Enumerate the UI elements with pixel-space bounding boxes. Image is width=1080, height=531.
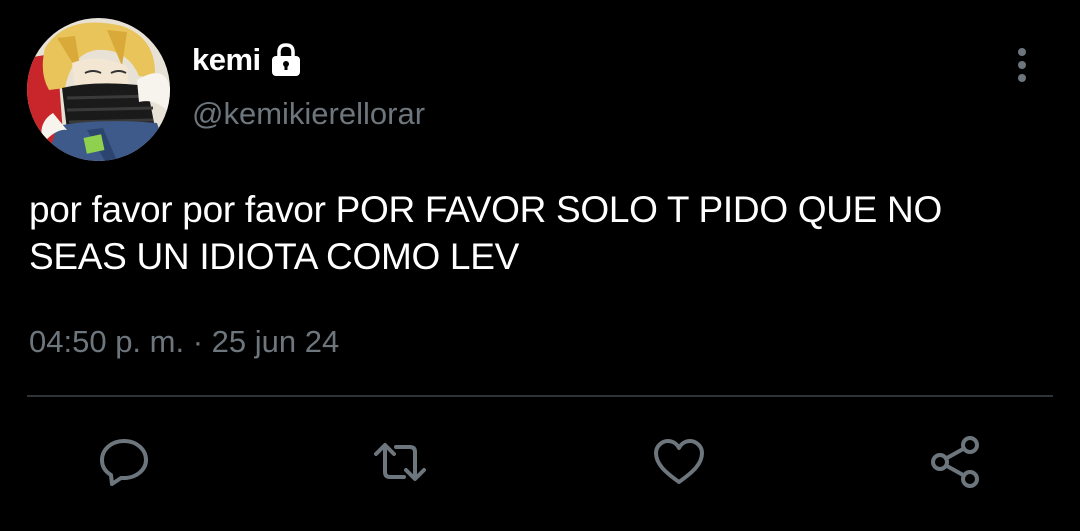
- reply-button[interactable]: [96, 434, 152, 490]
- avatar[interactable]: [27, 18, 170, 161]
- tweet-text-line: SEAS UN IDIOTA COMO LEV: [29, 236, 519, 277]
- heart-icon: [654, 439, 704, 484]
- retweet-button[interactable]: [372, 434, 428, 490]
- share-button[interactable]: [927, 434, 983, 490]
- author-name-row: kemi: [192, 38, 305, 82]
- reply-icon: [100, 439, 148, 486]
- share-icon: [931, 436, 979, 488]
- lock-icon: [267, 41, 305, 79]
- retweet-icon: [374, 443, 426, 481]
- display-name[interactable]: kemi: [192, 42, 261, 78]
- tweet-text-line: por favor por favor POR FAVOR SOLO T PID…: [29, 189, 942, 230]
- avatar-image: [27, 18, 170, 161]
- author-handle[interactable]: @kemikierellorar: [192, 96, 425, 132]
- tweet-timestamp[interactable]: 04:50 p. m. · 25 jun 24: [29, 324, 339, 360]
- like-button[interactable]: [651, 434, 707, 490]
- divider: [27, 395, 1053, 397]
- tweet-text: por favor por favor POR FAVOR SOLO T PID…: [29, 186, 1049, 280]
- more-vertical-icon[interactable]: [1008, 44, 1036, 88]
